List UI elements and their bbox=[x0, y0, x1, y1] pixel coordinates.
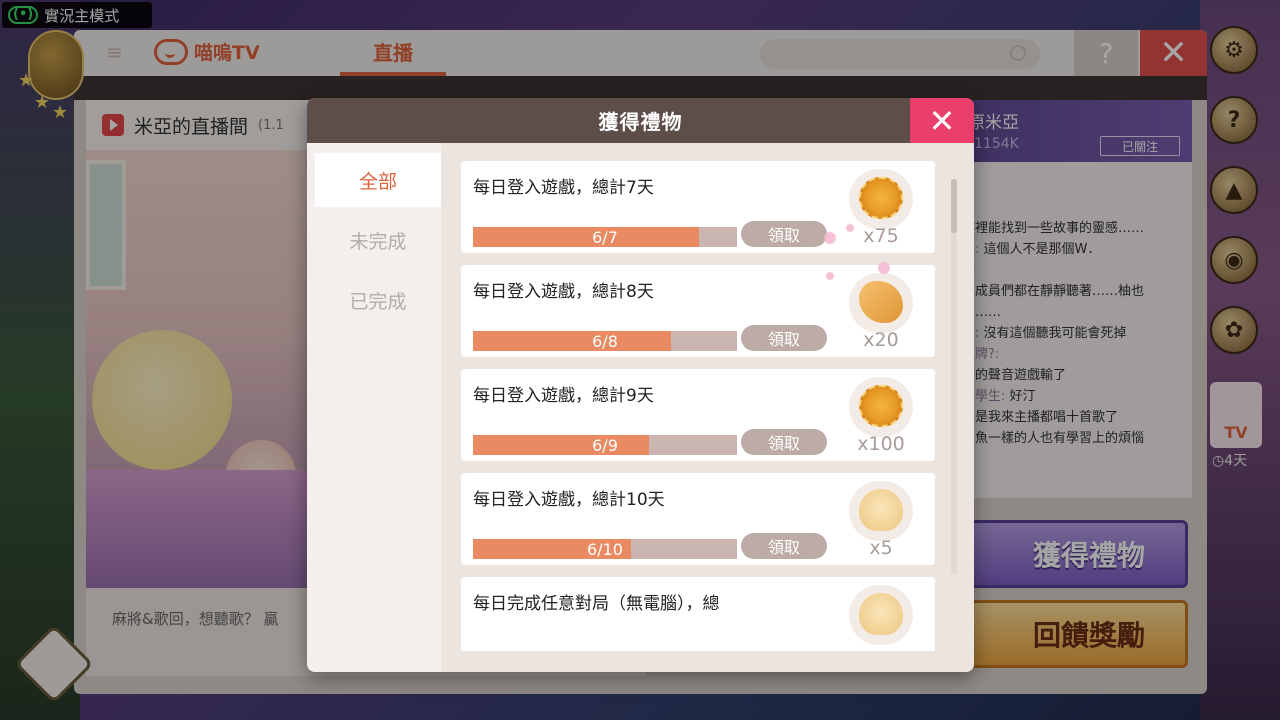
task-title: 每日完成任意對局（無電腦），總 bbox=[473, 594, 720, 614]
progress-text: 6/10 bbox=[587, 539, 623, 559]
taiyaki-reward-icon bbox=[849, 273, 913, 333]
reward-quantity: x20 bbox=[863, 329, 899, 351]
scroll-thumb[interactable] bbox=[951, 179, 957, 233]
task-title: 每日登入遊戲，總計9天 bbox=[473, 386, 654, 406]
progress-bar: 6/9 bbox=[473, 435, 737, 455]
task-list[interactable]: 每日登入遊戲，總計7天 6/7 領取 x75 每日登入遊戲，總計8天 6/8 領取 x20 每日… bbox=[461, 161, 935, 651]
progress-bar: 6/8 bbox=[473, 331, 737, 351]
tempura-reward-icon bbox=[849, 169, 913, 229]
claim-button[interactable]: 領取 bbox=[741, 429, 827, 455]
bun-reward-icon bbox=[849, 481, 913, 541]
tab-incomplete[interactable]: 未完成 bbox=[315, 213, 441, 267]
claim-button[interactable]: 領取 bbox=[741, 221, 827, 247]
sakura-petal bbox=[846, 224, 854, 232]
reward-quantity: x5 bbox=[869, 537, 893, 559]
task-card: 每日完成任意對局（無電腦），總 bbox=[461, 577, 935, 651]
claim-button[interactable]: 領取 bbox=[741, 533, 827, 559]
gift-modal: 獲得禮物 ✕ 全部 未完成 已完成 每日登入遊戲，總計7天 6/7 領取 x75 每日登… bbox=[307, 98, 974, 672]
scrollbar[interactable] bbox=[951, 179, 957, 575]
bun-icon bbox=[859, 593, 903, 635]
progress-bar: 6/10 bbox=[473, 539, 737, 559]
progress-text: 6/9 bbox=[592, 435, 618, 455]
reward-quantity: x100 bbox=[857, 433, 905, 455]
sakura-petal bbox=[878, 262, 890, 274]
sakura-petal bbox=[824, 232, 836, 244]
tempura-reward-icon bbox=[849, 377, 913, 437]
progress-bar: 6/7 bbox=[473, 227, 737, 247]
task-content: 每日登入遊戲，總計7天 6/7 領取 x75 每日登入遊戲，總計8天 6/8 領取 x20 每日… bbox=[441, 143, 974, 672]
modal-close-button[interactable]: ✕ bbox=[910, 98, 974, 143]
reward-quantity: x75 bbox=[863, 225, 899, 247]
taiyaki-icon bbox=[859, 281, 903, 323]
sakura-petal bbox=[826, 272, 834, 280]
task-title: 每日登入遊戲，總計8天 bbox=[473, 282, 654, 302]
progress-text: 6/7 bbox=[592, 227, 618, 247]
claim-button[interactable]: 領取 bbox=[741, 325, 827, 351]
task-card: 每日登入遊戲，總計8天 6/8 領取 x20 bbox=[461, 265, 935, 357]
modal-title: 獲得禮物 bbox=[307, 98, 974, 143]
progress-text: 6/8 bbox=[592, 331, 618, 351]
task-title: 每日登入遊戲，總計10天 bbox=[473, 490, 665, 510]
tempura-icon bbox=[859, 177, 903, 219]
task-card: 每日登入遊戲，總計10天 6/10 領取 x5 bbox=[461, 473, 935, 565]
task-card: 每日登入遊戲，總計9天 6/9 領取 x100 bbox=[461, 369, 935, 461]
task-card: 每日登入遊戲，總計7天 6/7 領取 x75 bbox=[461, 161, 935, 253]
bun-icon bbox=[859, 489, 903, 531]
tab-all[interactable]: 全部 bbox=[315, 153, 441, 207]
bun-reward-icon bbox=[849, 585, 913, 645]
task-title: 每日登入遊戲，總計7天 bbox=[473, 178, 654, 198]
modal-filter-tabs: 全部 未完成 已完成 bbox=[315, 153, 441, 333]
tab-completed[interactable]: 已完成 bbox=[315, 273, 441, 327]
tempura-icon bbox=[859, 385, 903, 427]
